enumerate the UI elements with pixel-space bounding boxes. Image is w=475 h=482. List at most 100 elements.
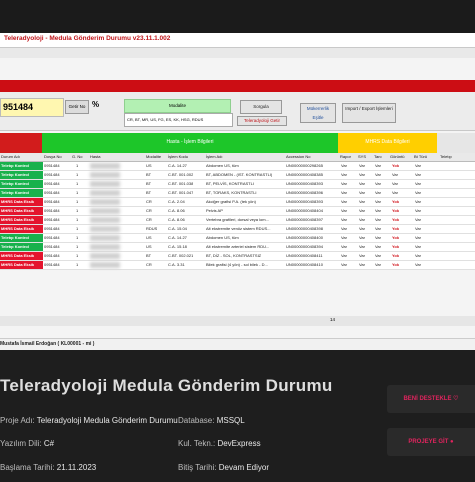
col-diagnosis[interactable]: Tanı: [374, 154, 382, 159]
cell-g-no: 1: [76, 226, 79, 231]
cell-g-no: 1: [76, 199, 79, 204]
cell-procedure-name: BT, PELVİS, KONTRASTLI: [206, 181, 254, 186]
grid-empty-area: [0, 272, 475, 316]
redacted-patient-name: [90, 262, 120, 268]
cell-procedure-code: C.BT. 001.002: [168, 172, 194, 177]
col-patient[interactable]: Hasta: [90, 154, 100, 159]
github-icon: ●: [450, 439, 454, 445]
cell-procedure-name: Alt ekstremite arteriel sistem RDU...: [206, 244, 270, 249]
cell-image: Yok: [392, 262, 400, 267]
teleradiology-fetch-button[interactable]: Teleradyoloji Getir: [237, 116, 287, 126]
language-label: Yazılım Dili:: [0, 439, 42, 448]
status: MHRS Data Eksik: [0, 252, 43, 260]
cell-procedure-name: Alt ekstremite venöz sistem RDUS...: [206, 226, 271, 231]
col-sys[interactable]: SYS: [358, 154, 366, 159]
technology-meta: Kul. Tekn.: DevExpress: [178, 439, 261, 448]
table-row[interactable]: MHRS Data Eksik 0951484 1 CR C.A. 2.04 Akciğe…: [0, 198, 475, 207]
modality-select[interactable]: CR, BT, MR, US, FG, ES, KK, HSG, RDUS: [124, 113, 233, 127]
end-date-label: Bitiş Tarihi:: [178, 463, 217, 472]
status: MHRS Data Eksik: [0, 225, 43, 233]
col-accession[interactable]: Accession No: [286, 154, 310, 159]
table-row[interactable]: Teletıp Kontrol 0951484 1 BT C.BT. 001.038 BT…: [0, 180, 475, 189]
cell-g-no: 1: [76, 253, 79, 258]
support-button[interactable]: BENİ DESTEKLE ♡: [387, 385, 475, 413]
table-row[interactable]: MHRS Data Eksik 0951484 1 CR C.A. 8.06 Verteb…: [0, 216, 475, 225]
cell-bt-type: Var: [415, 163, 421, 168]
table-row[interactable]: MHRS Data Eksik 0951484 1 CR C.A. 3.31 Bilek …: [0, 261, 475, 270]
project-title: Teleradyoloji Medula Gönderim Durumu: [0, 376, 333, 395]
cell-report: Var: [341, 235, 347, 240]
cell-modality: US: [146, 244, 152, 249]
table-row[interactable]: Teletıp Kontrol 0951484 1 US C.A. 15.18 Alt e…: [0, 243, 475, 252]
table-row[interactable]: Teletıp Kontrol 0951484 1 BT C.BT. 001.002 BT…: [0, 171, 475, 180]
import-export-button[interactable]: Import / Export İşlemleri: [342, 103, 396, 123]
cell-bt-type: Var: [415, 217, 421, 222]
col-file-no[interactable]: Dosya No: [44, 154, 62, 159]
col-g-no[interactable]: G. No: [72, 154, 82, 159]
cell-sys: Var: [359, 208, 365, 213]
table-row[interactable]: MHRS Data Eksik 0951484 1 BT C.BT. 002.021 BT…: [0, 252, 475, 261]
status: MHRS Data Eksik: [0, 198, 43, 206]
query-button[interactable]: Sorgula: [240, 100, 282, 114]
cell-file-no: 0951484: [44, 163, 60, 168]
cell-bt-type: Var: [415, 208, 421, 213]
heart-icon: ♡: [453, 396, 459, 402]
status: MHRS Data Eksik: [0, 207, 43, 215]
col-status[interactable]: Durum Adı: [1, 154, 20, 159]
col-report[interactable]: Rapor: [340, 154, 351, 159]
patient-id-input[interactable]: 951484: [0, 98, 64, 117]
cell-file-no: 0951484: [44, 190, 60, 195]
cell-bt-type: Var: [415, 262, 421, 267]
col-procedure-code[interactable]: İşlem Kodu: [168, 154, 188, 159]
window-title: Teleradyoloji - Medula Gönderim Durumu v…: [4, 35, 171, 42]
cell-accession: UN00000000408410: [286, 262, 323, 267]
cell-modality: US: [146, 235, 152, 240]
database-value: MSSQL: [216, 416, 245, 425]
table-row[interactable]: MHRS Data Eksik 0951484 1 RDUS C.A. 15.04 Alt…: [0, 225, 475, 234]
redacted-patient-name: [90, 226, 120, 232]
mhrs-group-title: MHRS Data Bilgileri: [365, 139, 410, 145]
cell-bt-type: Var: [415, 226, 421, 231]
table-row[interactable]: Teletıp Kontrol 0951484 1 BT C.BT. 001.047 BT…: [0, 189, 475, 198]
redacted-patient-name: [90, 217, 120, 223]
table-row[interactable]: Teletıp Kontrol 0951484 1 US C.A. 14.27 Abdom…: [0, 234, 475, 243]
col-teletip[interactable]: Teletıp: [440, 154, 452, 159]
cell-g-no: 1: [76, 190, 79, 195]
database-meta: Database: MSSQL: [178, 416, 245, 425]
get-no-button[interactable]: Getir No: [65, 100, 89, 114]
col-modality[interactable]: Modalite: [146, 154, 161, 159]
project-name-value: Teleradyoloji Medula Gönderim Durumu: [36, 416, 178, 425]
cell-modality: RDUS: [146, 226, 158, 231]
cell-g-no: 1: [76, 217, 79, 222]
cell-bt-type: Var: [415, 199, 421, 204]
cell-procedure-name: BT, ABDOMEN - (IST. KONTRASTLI): [206, 172, 273, 177]
cell-file-no: 0951484: [44, 226, 60, 231]
cell-g-no: 1: [76, 244, 79, 249]
modality-label: Modalite: [124, 99, 231, 113]
duplicate-sync-button[interactable]: Mükerrerlik Eşitle: [300, 103, 336, 123]
redacted-patient-name: [90, 208, 120, 214]
redacted-patient-name: [90, 199, 120, 205]
cell-report: Var: [341, 172, 347, 177]
cell-sys: Var: [359, 190, 365, 195]
patient-group-header: Hasta - İşlem Bilgileri: [42, 133, 338, 153]
cell-modality: CR: [146, 208, 152, 213]
cell-modality: CR: [146, 262, 152, 267]
cell-modality: BT: [146, 181, 152, 186]
go-to-project-button[interactable]: PROJEYE GİT ●: [387, 428, 475, 456]
cell-file-no: 0951484: [44, 235, 60, 240]
window-titlebar: Teleradyoloji - Medula Gönderim Durumu v…: [0, 33, 475, 48]
cell-bt-type: Var: [415, 235, 421, 240]
table-row[interactable]: MHRS Data Eksik 0951484 1 CR C.A. 8.06 Pelvis…: [0, 207, 475, 216]
cell-report: Var: [341, 190, 347, 195]
cell-accession: UN00000000408400: [286, 235, 323, 240]
table-row[interactable]: Teletıp Kontrol 0951484 1 US C.A. 14.27 Abdom…: [0, 162, 475, 171]
cell-sys: Var: [359, 226, 365, 231]
col-image[interactable]: Görüntü: [390, 154, 404, 159]
cell-g-no: 1: [76, 235, 79, 240]
cell-image: Yok: [392, 226, 400, 231]
cell-file-no: 0951484: [44, 172, 60, 177]
language-value: C#: [43, 439, 55, 448]
col-bt-type[interactable]: Bt Türü: [414, 154, 427, 159]
col-procedure-name[interactable]: İşlem Adı: [206, 154, 222, 159]
